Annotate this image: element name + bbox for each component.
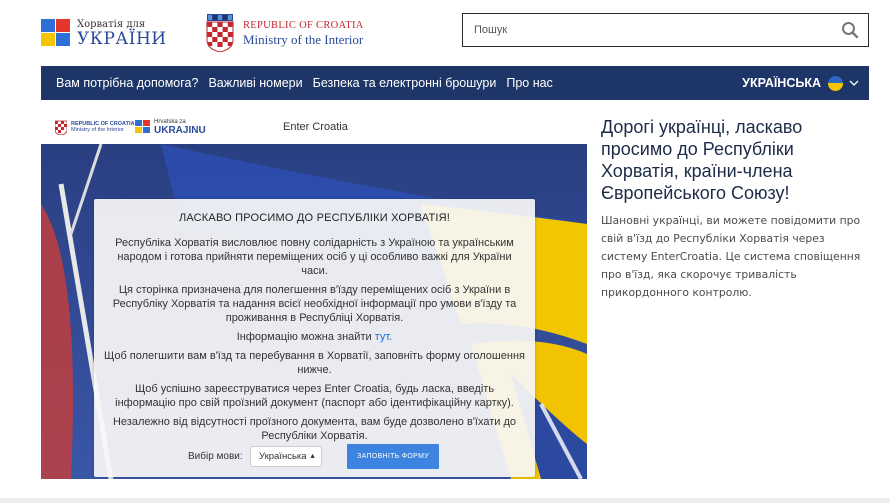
enter-croatia-preview[interactable]: REPUBLIC OF CROATIA Ministry of the Inte… <box>41 108 587 479</box>
welcome-heading: ЛАСКАВО ПРОСИМО ДО РЕСПУБЛІКИ ХОРВАТІЯ! <box>178 212 451 224</box>
nav-item-important-numbers[interactable]: Важливі номери <box>208 76 302 90</box>
language-label: УКРАЇНСЬКА <box>742 76 821 90</box>
croatian-coat-of-arms-icon <box>55 120 67 135</box>
preview-logo-title: UKRAJINU <box>154 125 206 136</box>
language-select[interactable]: Українська ▲ <box>250 446 322 467</box>
preview-header: REPUBLIC OF CROATIA Ministry of the Inte… <box>41 108 587 144</box>
logo-squares-icon <box>41 19 73 47</box>
entry-allowed-text: Незалежно від відсутності проїзного доку… <box>112 416 517 442</box>
select-arrows-icon: ▲ <box>309 453 316 460</box>
main-navigation: Вам потрібна допомога? Важливі номери Бе… <box>41 66 869 100</box>
info-label: Інформацію можна знайти <box>236 331 372 343</box>
search-input[interactable] <box>463 14 833 46</box>
preview-ministry-name: Ministry of the Interior <box>71 127 124 133</box>
language-choice-label: Вибір мови: <box>188 451 243 462</box>
croatian-coat-of-arms-icon <box>206 14 234 52</box>
info-link[interactable]: тут. <box>375 331 393 343</box>
language-selector[interactable]: УКРАЇНСЬКА <box>742 66 859 100</box>
fill-form-button[interactable]: ЗАПОВНІТЬ ФОРМУ <box>347 444 439 469</box>
welcome-card: ЛАСКАВО ПРОСИМО ДО РЕСПУБЛІКИ ХОРВАТІЯ! … <box>94 199 535 477</box>
ministry-country: REPUBLIC OF CROATIA <box>243 20 364 31</box>
search-box <box>462 13 869 47</box>
ministry-logo[interactable]: REPUBLIC OF CROATIA Ministry of the Inte… <box>205 12 405 54</box>
info-text: Інформацію можна знайти тут. <box>104 330 525 344</box>
welcome-title: Дорогі українці, ласкаво просимо до Респ… <box>601 117 803 203</box>
language-select-value: Українська <box>259 451 307 462</box>
ukraine-flag-icon <box>828 75 843 91</box>
ministry-name: Ministry of the Interior <box>243 32 364 47</box>
nav-item-about-us[interactable]: Про нас <box>506 76 552 90</box>
logo-title: УКРАЇНИ <box>77 29 167 49</box>
logo-squares-icon <box>135 120 151 134</box>
chevron-down-icon <box>849 80 859 86</box>
solidarity-text: Республіка Хорватія висловлює повну солі… <box>115 237 514 277</box>
site-logo[interactable]: Хорватія для УКРАЇНИ <box>41 17 171 51</box>
preview-app-title: Enter Croatia <box>283 121 348 133</box>
nav-item-need-help[interactable]: Вам потрібна допомога? <box>56 76 198 90</box>
purpose-text: Ця сторінка призначена для полегшення в'… <box>112 284 517 324</box>
page-divider <box>0 498 890 503</box>
form-instruction-text: Щоб полегшити вам в'їзд та перебування в… <box>104 350 525 376</box>
nav-item-safety-brochures[interactable]: Безпека та електронні брошури <box>313 76 497 90</box>
welcome-description: Шановні українці, ви можете повідомити п… <box>601 214 861 299</box>
registration-text: Щоб успішно зареєструватися через Enter … <box>115 383 514 409</box>
search-icon[interactable] <box>841 21 859 39</box>
